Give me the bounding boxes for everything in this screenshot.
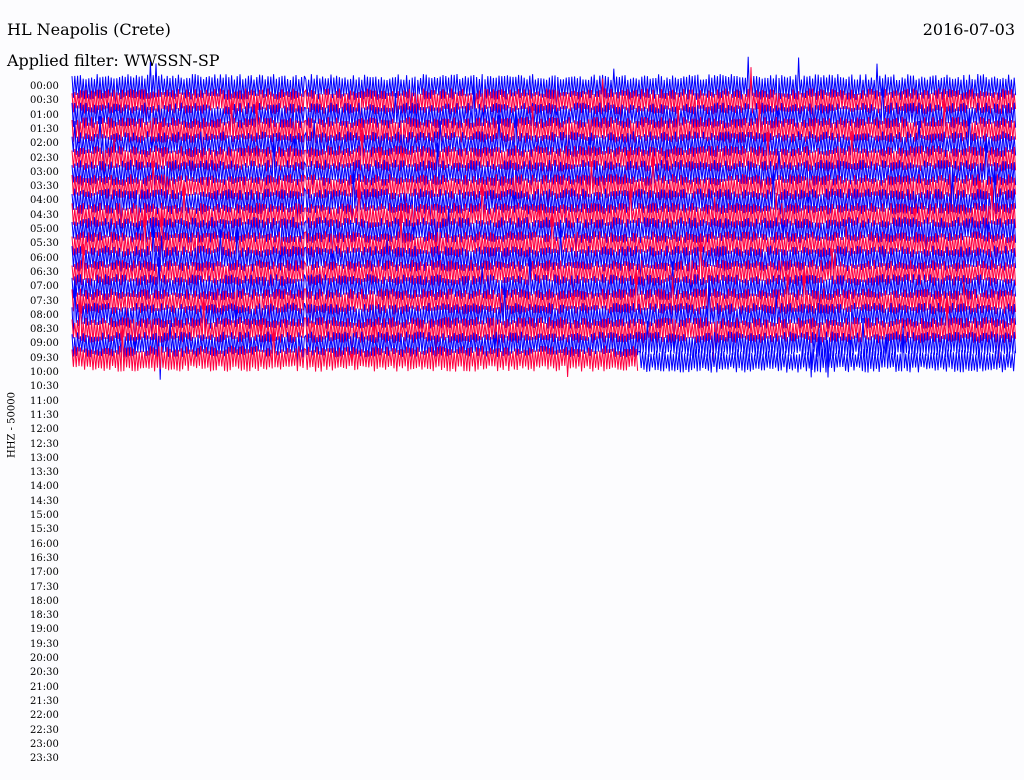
seismogram-plot	[71, 56, 1017, 380]
